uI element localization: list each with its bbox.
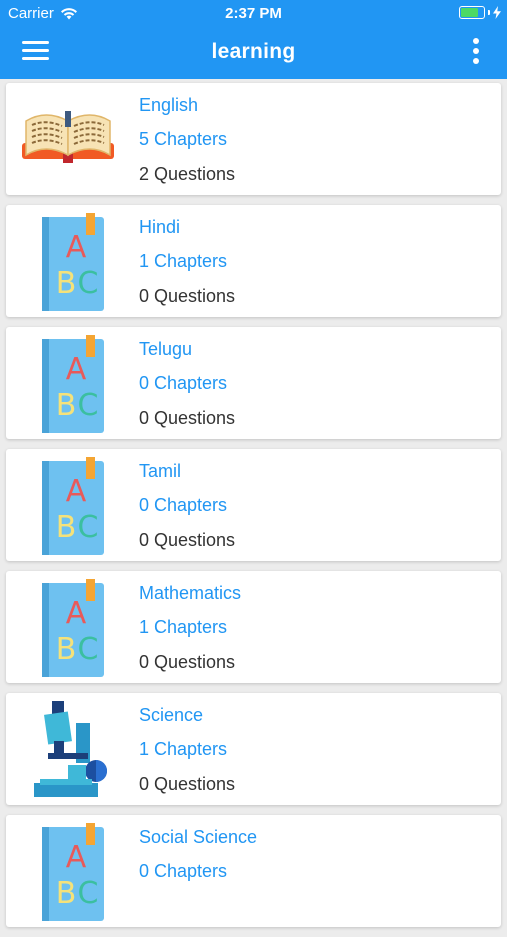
question-count: 2 Questions — [139, 164, 236, 184]
abc-book-icon — [18, 213, 118, 311]
subject-name: Mathematics — [139, 583, 242, 603]
subject-name: English — [139, 95, 199, 115]
open-book-icon — [18, 91, 118, 189]
subject-card[interactable]: Hindi 1 Chapters 0 Questions — [6, 205, 501, 317]
subject-card[interactable]: Telugu 0 Chapters 0 Questions — [6, 327, 501, 439]
subject-name: Social Science — [139, 827, 258, 847]
abc-book-icon — [18, 823, 118, 921]
subject-text: Hindi 1 Chapters 0 Questions — [139, 216, 235, 307]
question-count: 0 Questions — [139, 286, 236, 306]
question-count: 0 Questions — [139, 652, 236, 672]
subject-card[interactable]: Social Science 0 Chapters — [6, 815, 501, 927]
microscope-icon — [18, 701, 118, 799]
subject-text: Mathematics 1 Chapters 0 Questions — [139, 582, 241, 673]
more-vertical-icon[interactable] — [471, 38, 481, 70]
subject-text: English 5 Chapters 2 Questions — [139, 94, 235, 185]
subject-card[interactable]: Mathematics 1 Chapters 0 Questions — [6, 571, 501, 683]
abc-book-icon — [18, 457, 118, 555]
status-bar: Carrier 2:37 PM — [0, 0, 507, 28]
subject-name: Hindi — [139, 217, 181, 237]
battery-tip — [488, 10, 490, 15]
question-count: 0 Questions — [139, 774, 236, 794]
chapter-count: 0 Chapters — [139, 373, 228, 393]
question-count: 0 Questions — [139, 530, 236, 550]
charging-bolt-icon — [493, 6, 501, 19]
subject-card[interactable]: English 5 Chapters 2 Questions — [6, 83, 501, 195]
battery-icon — [459, 6, 485, 19]
subject-text: Telugu 0 Chapters 0 Questions — [139, 338, 235, 429]
subject-card[interactable]: Science 1 Chapters 0 Questions — [6, 693, 501, 805]
subject-name: Telugu — [139, 339, 193, 359]
status-time: 2:37 PM — [225, 5, 282, 22]
chapter-count: 5 Chapters — [139, 129, 228, 149]
chapter-count: 1 Chapters — [139, 617, 228, 637]
battery-fill — [461, 8, 478, 17]
subject-text: Social Science 0 Chapters — [139, 826, 257, 895]
subject-name: Tamil — [139, 461, 182, 481]
status-right — [459, 6, 501, 19]
chapter-count: 1 Chapters — [139, 251, 228, 271]
abc-book-icon — [18, 579, 118, 677]
subject-card[interactable]: Tamil 0 Chapters 0 Questions — [6, 449, 501, 561]
chapter-count: 0 Chapters — [139, 861, 228, 881]
subject-text: Tamil 0 Chapters 0 Questions — [139, 460, 235, 551]
subject-name: Science — [139, 705, 204, 725]
abc-book-icon — [18, 335, 118, 433]
page-title: learning — [211, 40, 296, 63]
app-bar: learning — [0, 28, 507, 79]
chapter-count: 0 Chapters — [139, 495, 228, 515]
question-count: 0 Questions — [139, 408, 236, 428]
subject-list: English 5 Chapters 2 Questions Hindi 1 Chapt… — [6, 83, 501, 937]
chapter-count: 1 Chapters — [139, 739, 228, 759]
subject-text: Science 1 Chapters 0 Questions — [139, 704, 235, 795]
